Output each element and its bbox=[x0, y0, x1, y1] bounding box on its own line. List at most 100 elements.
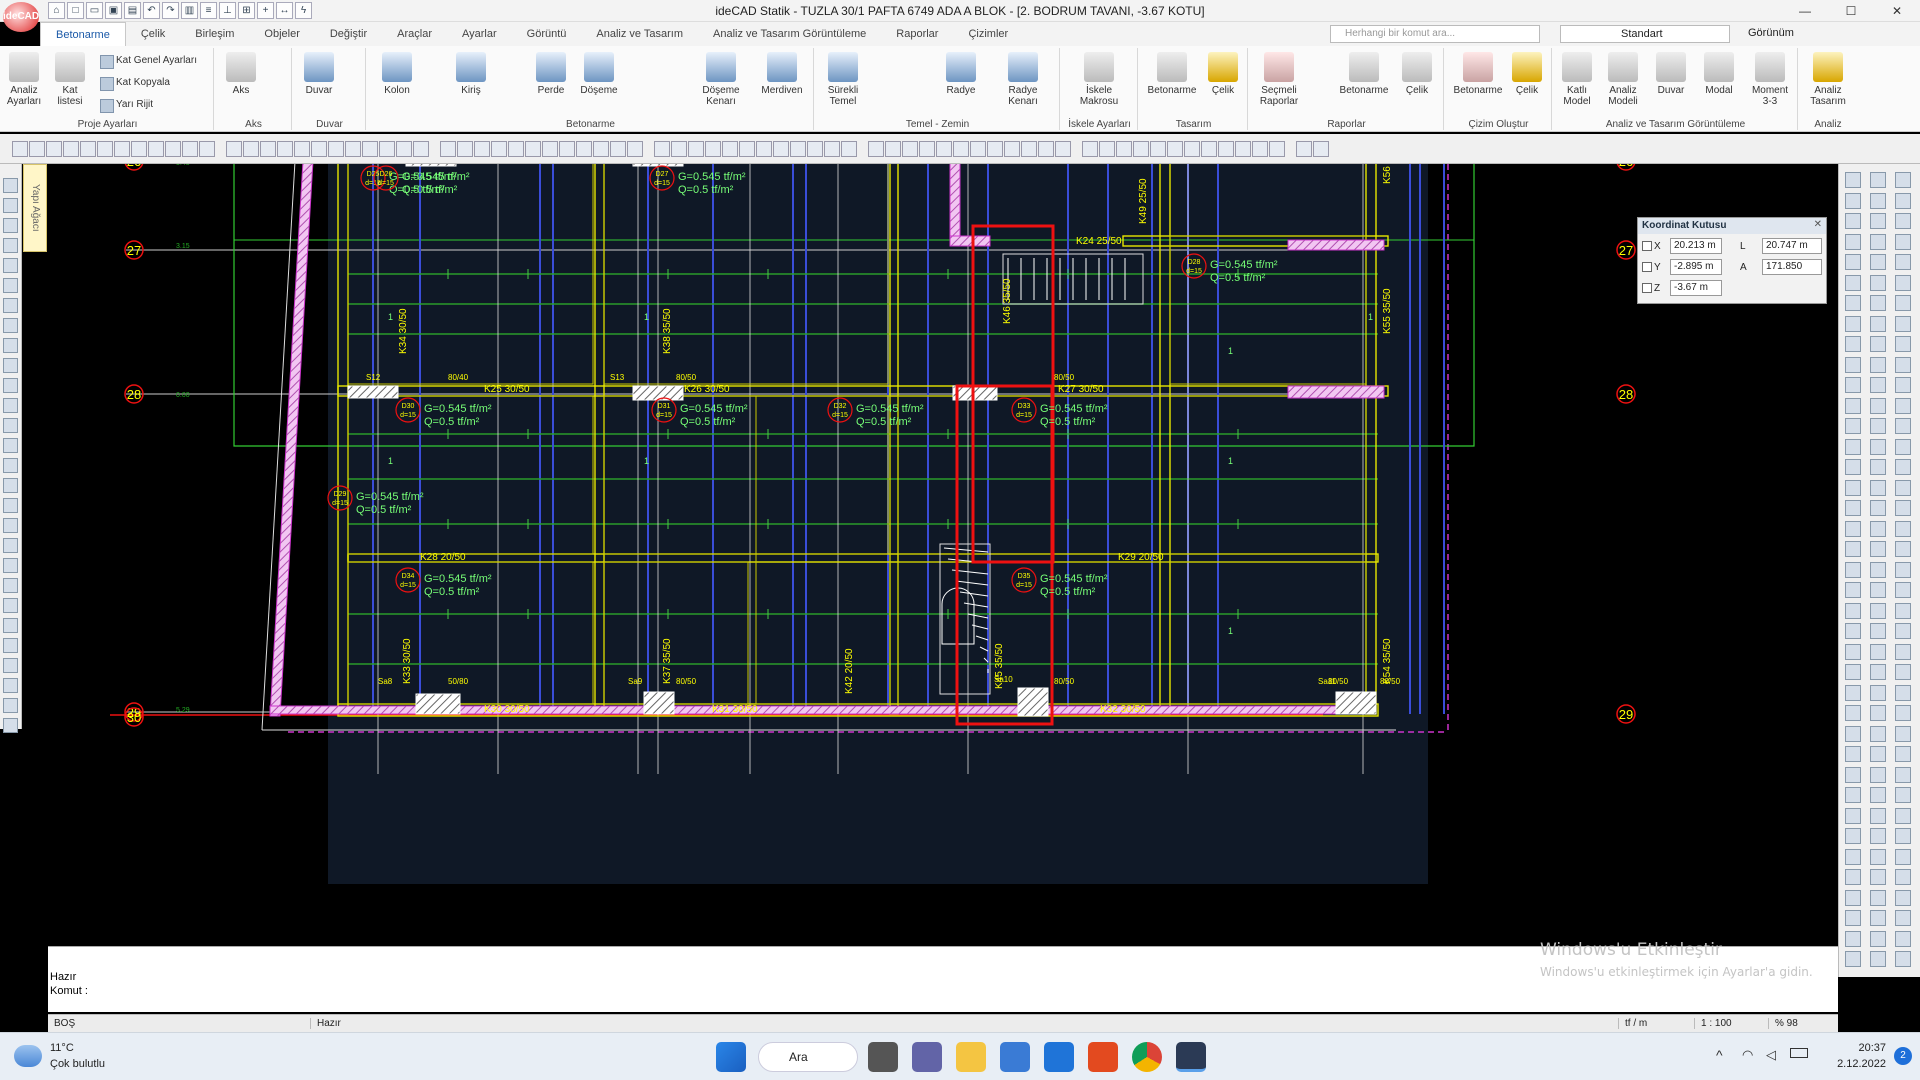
left-tool-icon[interactable] bbox=[3, 478, 18, 493]
toolbar-tool-icon[interactable] bbox=[824, 141, 840, 157]
tasarim-betonarme-button[interactable]: Betonarme bbox=[1144, 52, 1200, 96]
coord-z-input[interactable]: -3.67 m bbox=[1670, 280, 1722, 296]
toolbar-tool-icon[interactable] bbox=[868, 141, 884, 157]
left-tool-icon[interactable] bbox=[3, 278, 18, 293]
clock-date[interactable]: 2.12.2022 bbox=[1820, 1058, 1886, 1070]
coord-l-input[interactable]: 20.747 m bbox=[1762, 238, 1822, 254]
toolbar-tool-icon[interactable] bbox=[970, 141, 986, 157]
right-tool-icon[interactable] bbox=[1870, 561, 1886, 578]
toolbar-tool-icon[interactable] bbox=[1099, 141, 1115, 157]
left-tool-icon[interactable] bbox=[3, 178, 18, 193]
right-tool-icon[interactable] bbox=[1870, 623, 1886, 639]
right-tool-icon[interactable] bbox=[1895, 582, 1911, 598]
right-tool-icon[interactable] bbox=[1845, 582, 1861, 598]
notification-badge[interactable]: 2 bbox=[1894, 1047, 1912, 1065]
right-tool-icon[interactable] bbox=[1845, 951, 1861, 967]
left-tool-icon[interactable] bbox=[3, 458, 18, 473]
toolbar-tool-icon[interactable] bbox=[328, 141, 344, 157]
right-tool-icon[interactable] bbox=[1895, 807, 1911, 824]
toolbar-tool-icon[interactable] bbox=[277, 141, 293, 157]
toolbar-tool-icon[interactable] bbox=[885, 141, 901, 157]
right-tool-icon[interactable] bbox=[1845, 315, 1861, 332]
minimize-button[interactable]: — bbox=[1782, 0, 1828, 22]
katli-model-button[interactable]: Katlı Model bbox=[1556, 52, 1598, 107]
right-tool-icon[interactable] bbox=[1895, 213, 1911, 229]
right-tool-icon[interactable] bbox=[1845, 766, 1861, 783]
toolbar-tool-icon[interactable] bbox=[739, 141, 755, 157]
toolbar-tool-icon[interactable] bbox=[1038, 141, 1054, 157]
right-tool-icon[interactable] bbox=[1870, 172, 1886, 188]
toolbar-tool-icon[interactable] bbox=[80, 141, 96, 157]
status-scale[interactable]: 1 : 100 bbox=[1694, 1018, 1732, 1029]
left-tool-icon[interactable] bbox=[3, 518, 18, 533]
status-zoom[interactable]: % 98 bbox=[1768, 1018, 1798, 1029]
kat-genel-ayarlari-button[interactable]: Kat Genel Ayarları bbox=[100, 54, 197, 69]
right-tool-icon[interactable] bbox=[1895, 869, 1911, 885]
right-tool-icon[interactable] bbox=[1870, 602, 1886, 619]
left-tool-icon[interactable] bbox=[3, 318, 18, 333]
gorunt-duvar-button[interactable]: Duvar bbox=[1650, 52, 1692, 96]
toolbar-tool-icon[interactable] bbox=[773, 141, 789, 157]
right-tool-icon[interactable] bbox=[1870, 746, 1886, 762]
tab-ayarlar[interactable]: Ayarlar bbox=[447, 22, 512, 46]
left-tool-icon[interactable] bbox=[3, 418, 18, 433]
toolbar-tool-icon[interactable] bbox=[63, 141, 79, 157]
right-tool-icon[interactable] bbox=[1870, 500, 1886, 516]
toolbar-tool-icon[interactable] bbox=[46, 141, 62, 157]
toolbar-tool-icon[interactable] bbox=[610, 141, 626, 157]
tasarim-celik-button[interactable]: Çelik bbox=[1202, 52, 1244, 96]
right-tool-icon[interactable] bbox=[1870, 274, 1886, 291]
toolbar-tool-icon[interactable] bbox=[1235, 141, 1251, 157]
right-tool-icon[interactable] bbox=[1895, 623, 1911, 639]
toolbar-tool-icon[interactable] bbox=[12, 141, 28, 157]
toolbar-tool-icon[interactable] bbox=[919, 141, 935, 157]
right-tool-icon[interactable] bbox=[1870, 254, 1886, 270]
tab-betonarme[interactable]: Betonarme bbox=[40, 22, 126, 46]
right-tool-icon[interactable] bbox=[1895, 479, 1911, 496]
right-tool-icon[interactable] bbox=[1895, 459, 1911, 475]
right-tool-icon[interactable] bbox=[1845, 438, 1861, 455]
right-tool-icon[interactable] bbox=[1895, 336, 1911, 352]
y-lock-checkbox[interactable] bbox=[1642, 262, 1652, 272]
toolbar-tool-icon[interactable] bbox=[1167, 141, 1183, 157]
left-tool-icon[interactable] bbox=[3, 378, 18, 393]
toolbar-tool-icon[interactable] bbox=[1082, 141, 1098, 157]
right-tool-icon[interactable] bbox=[1895, 602, 1911, 619]
toolbar-tool-icon[interactable] bbox=[29, 141, 45, 157]
drawing-canvas[interactable]: 25262728293025262728295.455.453.150.005.… bbox=[48, 118, 1838, 946]
right-tool-icon[interactable] bbox=[1845, 500, 1861, 516]
toolbar-tool-icon[interactable] bbox=[1133, 141, 1149, 157]
cizim-betonarme-button[interactable]: Betonarme bbox=[1450, 52, 1506, 96]
toolbar-tool-icon[interactable] bbox=[1150, 141, 1166, 157]
x-lock-checkbox[interactable] bbox=[1642, 241, 1652, 251]
toolbar-tool-icon[interactable] bbox=[671, 141, 687, 157]
right-tool-icon[interactable] bbox=[1895, 643, 1911, 660]
right-tool-icon[interactable] bbox=[1845, 602, 1861, 619]
right-tool-icon[interactable] bbox=[1895, 520, 1911, 537]
toolbar-tool-icon[interactable] bbox=[148, 141, 164, 157]
right-tool-icon[interactable] bbox=[1845, 520, 1861, 537]
toolbar-tool-icon[interactable] bbox=[1313, 141, 1329, 157]
toolbar-tool-icon[interactable] bbox=[1269, 141, 1285, 157]
yapi-agaci-tab[interactable]: Yapı Ağacı bbox=[23, 164, 47, 252]
mail-icon[interactable] bbox=[1044, 1042, 1074, 1072]
tab-objeler[interactable]: Objeler bbox=[249, 22, 314, 46]
toolbar-tool-icon[interactable] bbox=[440, 141, 456, 157]
right-tool-icon[interactable] bbox=[1870, 848, 1886, 865]
right-tool-icon[interactable] bbox=[1895, 356, 1911, 373]
battery-icon[interactable] bbox=[1790, 1048, 1808, 1058]
right-tool-icon[interactable] bbox=[1845, 377, 1861, 393]
toolbar-tool-icon[interactable] bbox=[491, 141, 507, 157]
moment-button[interactable]: Moment 3-3 bbox=[1746, 52, 1794, 107]
toolbar-tool-icon[interactable] bbox=[260, 141, 276, 157]
weather-cloud-icon[interactable] bbox=[14, 1045, 42, 1067]
toolbar-tool-icon[interactable] bbox=[525, 141, 541, 157]
toolbar-tool-icon[interactable] bbox=[1184, 141, 1200, 157]
toolbar-tool-icon[interactable] bbox=[559, 141, 575, 157]
right-tool-icon[interactable] bbox=[1845, 192, 1861, 209]
tab-birlesim[interactable]: Birleşim bbox=[180, 22, 249, 46]
right-tool-icon[interactable] bbox=[1845, 889, 1861, 906]
toolbar-tool-icon[interactable] bbox=[1296, 141, 1312, 157]
right-tool-icon[interactable] bbox=[1845, 172, 1861, 188]
doseme-kenari-button[interactable]: Döşeme Kenarı bbox=[700, 52, 742, 107]
